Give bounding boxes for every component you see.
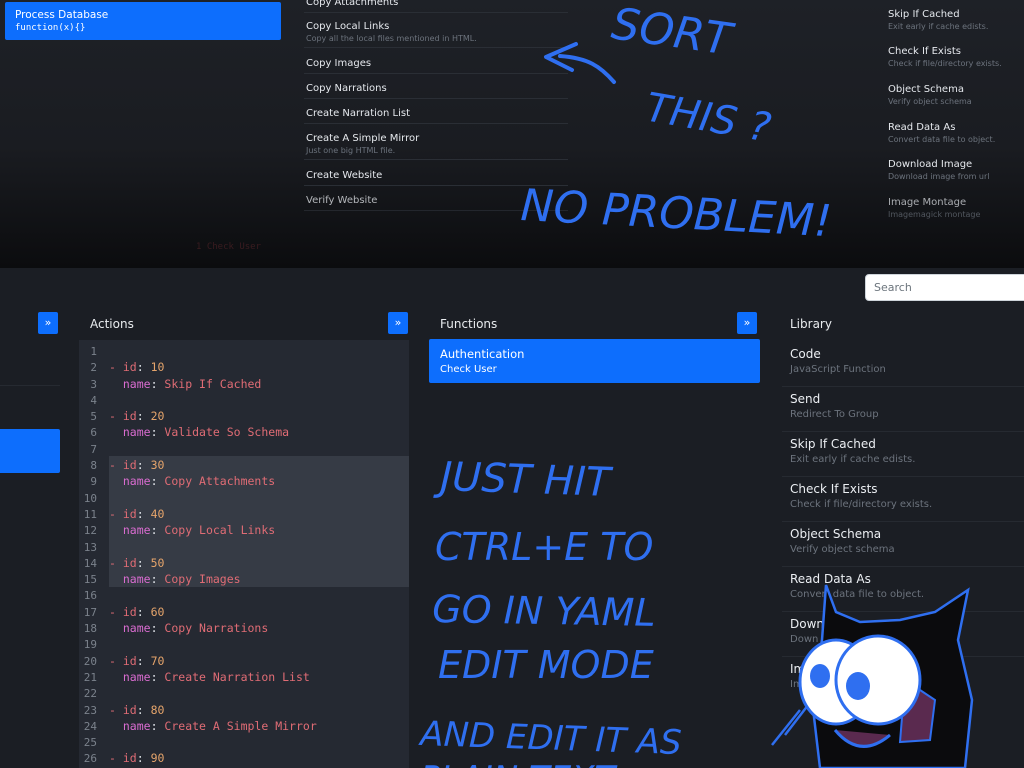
handwritten-text: GO IN YAML bbox=[432, 587, 656, 635]
handwritten-text: SORT bbox=[608, 0, 737, 66]
top-handwritten-note: SORT THIS ? NO PROBLEM! bbox=[519, 0, 833, 247]
handwritten-text: EDIT MODE bbox=[438, 643, 654, 687]
annotation-overlay: SORT THIS ? NO PROBLEM! JUST HIT CTRL+E … bbox=[418, 0, 974, 768]
cartoon-character-illustration bbox=[771, 584, 974, 768]
handwritten-text: JUST HIT bbox=[433, 454, 615, 506]
bottom-handwritten-note: JUST HIT CTRL+E TO GO IN YAML EDIT MODE … bbox=[418, 454, 683, 768]
handwritten-text: AND EDIT IT AS bbox=[418, 714, 683, 763]
handwritten-text: THIS ? bbox=[642, 85, 774, 152]
handwritten-text: PLAIN TEXT bbox=[420, 759, 618, 768]
handwritten-text: NO PROBLEM! bbox=[519, 180, 833, 247]
arrow-left-icon bbox=[544, 42, 616, 84]
handwritten-text: CTRL+E TO bbox=[435, 525, 653, 569]
